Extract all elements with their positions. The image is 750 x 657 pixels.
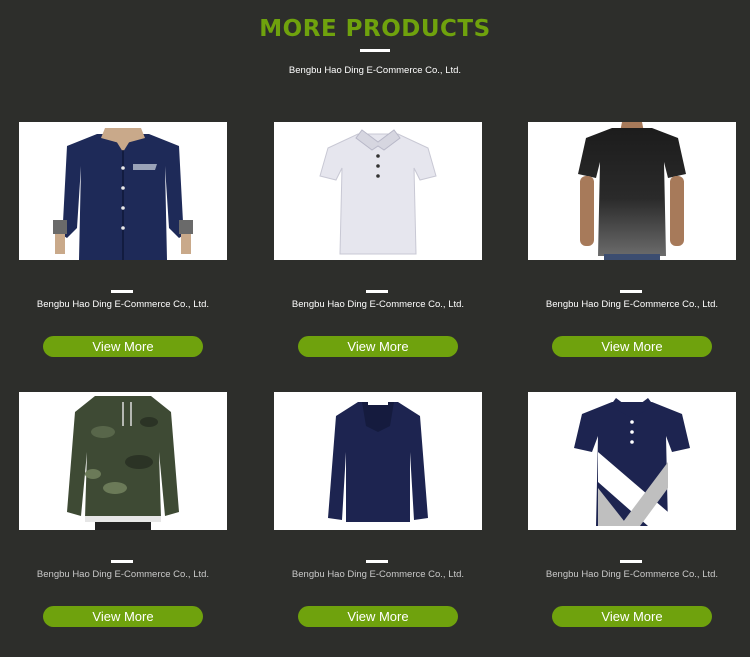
product-image-navy-hoodie[interactable]	[274, 392, 482, 530]
product-image-colorblock-polo[interactable]	[528, 392, 736, 530]
product-card: Bengbu Hao Ding E-Commerce Co., Ltd. Vie…	[19, 392, 229, 642]
section-subtitle: Bengbu Hao Ding E-Commerce Co., Ltd.	[288, 65, 462, 76]
section-title: MORE PRODUCTS	[259, 16, 491, 42]
product-image-white-polo[interactable]	[274, 122, 482, 260]
view-more-button[interactable]: View More	[298, 606, 458, 627]
product-caption: Bengbu Hao Ding E-Commerce Co., Ltd.	[291, 569, 465, 580]
caption-divider	[366, 560, 388, 563]
product-card: Bengbu Hao Ding E-Commerce Co., Ltd. Vie…	[528, 122, 738, 372]
product-image-navy-shirt[interactable]	[19, 122, 227, 260]
product-caption: Bengbu Hao Ding E-Commerce Co., Ltd.	[545, 299, 719, 310]
view-more-button[interactable]: View More	[552, 606, 712, 627]
view-more-button[interactable]: View More	[552, 336, 712, 357]
product-card: Bengbu Hao Ding E-Commerce Co., Ltd. Vie…	[19, 122, 229, 372]
view-more-button[interactable]: View More	[43, 606, 203, 627]
caption-divider	[111, 290, 133, 293]
product-card: Bengbu Hao Ding E-Commerce Co., Ltd. Vie…	[274, 122, 484, 372]
product-card: Bengbu Hao Ding E-Commerce Co., Ltd. Vie…	[274, 392, 484, 642]
product-caption: Bengbu Hao Ding E-Commerce Co., Ltd.	[36, 569, 210, 580]
product-image-camo-hoodie[interactable]	[19, 392, 227, 530]
view-more-button[interactable]: View More	[298, 336, 458, 357]
product-caption: Bengbu Hao Ding E-Commerce Co., Ltd.	[36, 299, 210, 310]
product-caption: Bengbu Hao Ding E-Commerce Co., Ltd.	[545, 569, 719, 580]
title-divider	[360, 49, 390, 52]
caption-divider	[366, 290, 388, 293]
product-caption: Bengbu Hao Ding E-Commerce Co., Ltd.	[291, 299, 465, 310]
product-card: Bengbu Hao Ding E-Commerce Co., Ltd. Vie…	[528, 392, 738, 642]
caption-divider	[620, 560, 642, 563]
caption-divider	[111, 560, 133, 563]
caption-divider	[620, 290, 642, 293]
view-more-button[interactable]: View More	[43, 336, 203, 357]
product-image-black-tee[interactable]	[528, 122, 736, 260]
products-header: MORE PRODUCTS Bengbu Hao Ding E-Commerce…	[0, 0, 750, 100]
